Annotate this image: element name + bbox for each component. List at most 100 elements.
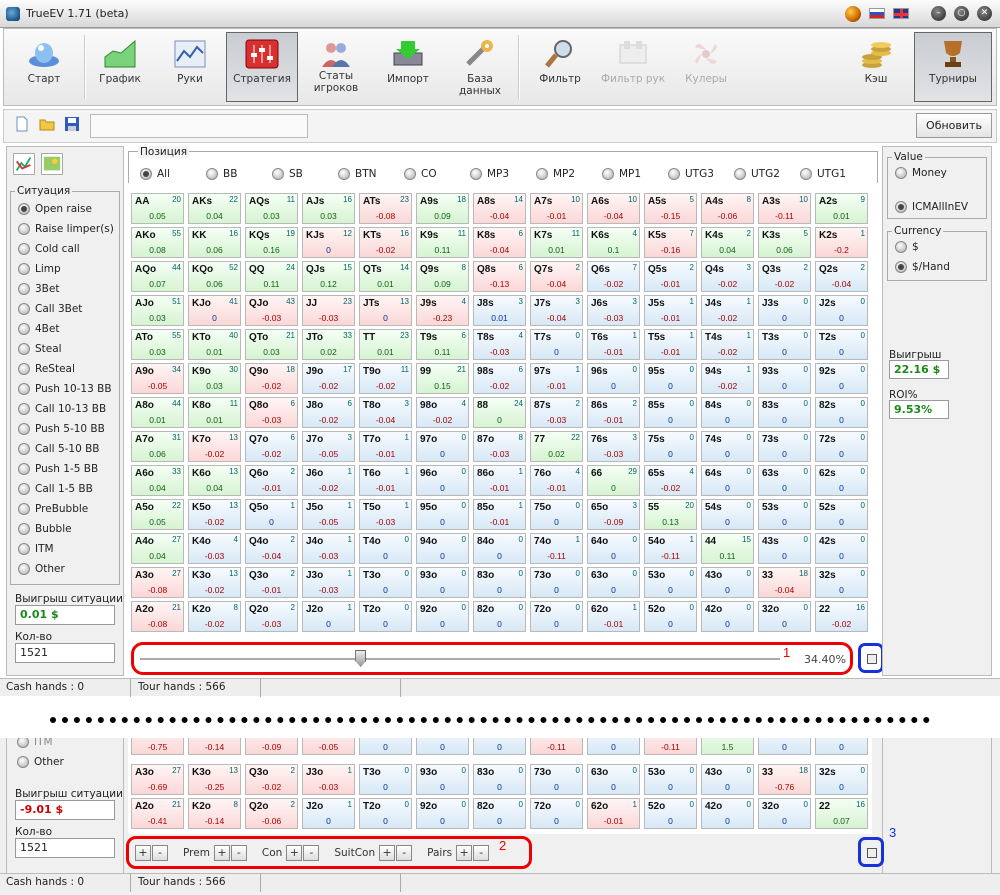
position-mp2[interactable]: MP2	[536, 164, 602, 184]
situation-call-10-13-bb[interactable]: Call 10-13 BB	[18, 399, 119, 419]
maximize-button[interactable]: ○	[954, 6, 969, 21]
hand-cell[interactable]: 74o 1 -0.11	[530, 533, 583, 564]
hand-cell[interactable]: J2o 1 0	[302, 798, 355, 829]
toolbar-tournaments[interactable]: Турниры	[914, 32, 992, 102]
hand-cell[interactable]: T2o 0 0	[359, 601, 412, 632]
hand-cell[interactable]: K6o 13 0.04	[188, 465, 241, 496]
hand-cell[interactable]: KQs 19 0.16	[245, 227, 298, 258]
radio-button-icon[interactable]	[18, 243, 30, 255]
hand-cell[interactable]: 0	[815, 738, 868, 755]
radio-button-icon[interactable]	[18, 503, 30, 515]
hand-cell[interactable]: 96s 0 0	[587, 363, 640, 394]
hand-cell[interactable]: 87s 2 -0.03	[530, 397, 583, 428]
hand-cell[interactable]: 53o 0 0	[644, 764, 697, 795]
hand-cell[interactable]: A2o 21 -0.08	[131, 601, 184, 632]
hand-cell[interactable]: AKs 22 0.04	[188, 193, 241, 224]
hand-cell[interactable]: 95s 0 0	[644, 363, 697, 394]
hand-cell[interactable]: 92s 0 0	[815, 363, 868, 394]
hand-cell[interactable]: 66 29 0	[587, 465, 640, 496]
position-mp3[interactable]: MP3	[470, 164, 536, 184]
hand-cell[interactable]: KQo 52 0.06	[188, 261, 241, 292]
hand-cell[interactable]: 42o 0 0	[701, 798, 754, 829]
situation-other[interactable]: Other	[18, 559, 119, 579]
hand-cell[interactable]: 43o 0 0	[701, 764, 754, 795]
hand-cell[interactable]: 87o 8 -0.03	[473, 431, 526, 462]
hand-cell[interactable]: 52o 0 0	[644, 601, 697, 632]
hand-cell[interactable]: Q6o 2 -0.01	[245, 465, 298, 496]
hand-cell[interactable]: 85o 1 -0.01	[473, 499, 526, 530]
update-button[interactable]: Обновить	[916, 113, 992, 138]
position-bb[interactable]: BB	[206, 164, 272, 184]
position-sb[interactable]: SB	[272, 164, 338, 184]
hand-cell[interactable]: 83o 0 0	[473, 567, 526, 598]
hand-cell[interactable]: J2s 0 0	[815, 295, 868, 326]
hand-cell[interactable]: 52o 0 0	[644, 798, 697, 829]
hand-cell[interactable]: T2o 0 0	[359, 798, 412, 829]
hand-cell[interactable]: 76s 3 -0.03	[587, 431, 640, 462]
radio-button-icon[interactable]	[18, 483, 30, 495]
position-utg3[interactable]: UTG3	[668, 164, 734, 184]
shrink-range-button[interactable]: -	[152, 844, 168, 861]
hand-cell[interactable]: -0.11	[530, 738, 583, 755]
uk-flag-icon[interactable]	[893, 8, 909, 19]
hand-cell[interactable]: A7s 10 -0.01	[530, 193, 583, 224]
situation-call-1-5-bb[interactable]: Call 1-5 BB	[18, 479, 119, 499]
situation-cold-call[interactable]: Cold call	[18, 239, 119, 259]
toolbar-start[interactable]: Старт	[8, 32, 80, 102]
hand-cell[interactable]: 82s 0 0	[815, 397, 868, 428]
expand-range-button[interactable]: +	[135, 844, 151, 861]
toolbar-hands[interactable]: Руки	[154, 32, 226, 102]
radio-button-icon[interactable]	[18, 203, 30, 215]
hand-cell[interactable]: 0	[359, 738, 412, 755]
hand-cell[interactable]: J8s 3 0.01	[473, 295, 526, 326]
radio-button-icon[interactable]	[18, 383, 30, 395]
radio-button-icon[interactable]	[18, 403, 30, 415]
hand-cell[interactable]: -0.14	[188, 738, 241, 755]
hand-cell[interactable]: T3s 0 0	[758, 329, 811, 360]
hand-cell[interactable]: AJs 16 0.03	[302, 193, 355, 224]
radio-button-icon[interactable]	[404, 168, 416, 180]
radio-button-icon[interactable]	[536, 168, 548, 180]
hand-cell[interactable]: Q7s 2 -0.04	[530, 261, 583, 292]
hand-cell[interactable]: 32s 0 0	[815, 567, 868, 598]
image-view-icon[interactable]	[41, 153, 63, 175]
currency-per-hand[interactable]: $/Hand	[895, 257, 986, 277]
hand-cell[interactable]: -0.75	[131, 738, 184, 755]
radio-button-icon[interactable]	[895, 261, 907, 273]
situation-push-10-13-bb[interactable]: Push 10-13 BB	[18, 379, 119, 399]
radio-button-icon[interactable]	[470, 168, 482, 180]
toolbar-filter[interactable]: Фильтр	[524, 32, 596, 102]
hand-cell[interactable]: 0	[416, 738, 469, 755]
hand-cell[interactable]: 33 18 -0.76	[758, 764, 811, 795]
hand-cell[interactable]: -0.05	[302, 738, 355, 755]
hand-cell[interactable]: ATs 23 -0.08	[359, 193, 412, 224]
situation-3bet[interactable]: 3Bet	[18, 279, 119, 299]
hand-cell[interactable]: A2o 21 -0.41	[131, 798, 184, 829]
hand-cell[interactable]: A4s 8 -0.06	[701, 193, 754, 224]
hand-cell[interactable]: QTo 21 0.03	[245, 329, 298, 360]
radio-button-icon[interactable]	[895, 201, 907, 213]
hand-cell[interactable]: 72s 0 0	[815, 431, 868, 462]
radio-button-icon[interactable]	[734, 168, 746, 180]
hand-cell[interactable]: 84s 0 0	[701, 397, 754, 428]
hand-cell[interactable]: 93o 0 0	[416, 567, 469, 598]
hand-cell[interactable]: -0.09	[245, 738, 298, 755]
hand-cell[interactable]: J7o 3 -0.05	[302, 431, 355, 462]
situation-call-3bet[interactable]: Call 3Bet	[18, 299, 119, 319]
hand-cell[interactable]: 54o 1 -0.11	[644, 533, 697, 564]
radio-button-icon[interactable]	[272, 168, 284, 180]
hand-cell[interactable]: J4o 1 -0.03	[302, 533, 355, 564]
position-utg2[interactable]: UTG2	[734, 164, 800, 184]
hand-cell[interactable]: AKo 55 0.08	[131, 227, 184, 258]
hand-cell[interactable]: 77 22 0.02	[530, 431, 583, 462]
hand-cell[interactable]: J7s 3 -0.04	[530, 295, 583, 326]
strategy-name-field[interactable]	[90, 114, 308, 138]
hand-cell[interactable]: 93s 0 0	[758, 363, 811, 394]
filter-suitcon-plus-button[interactable]: +	[379, 844, 396, 861]
toolbar-hand-filter[interactable]: Фильтр рук	[596, 32, 670, 102]
position-btn[interactable]: BTN	[338, 164, 404, 184]
hand-cell[interactable]: K3o 13 -0.02	[188, 567, 241, 598]
situation-raise-limper-s[interactable]: Raise limper(s)	[18, 219, 119, 239]
value-icmallinev[interactable]: ICMAllInEV	[895, 197, 986, 217]
radio-button-icon[interactable]	[18, 463, 30, 475]
